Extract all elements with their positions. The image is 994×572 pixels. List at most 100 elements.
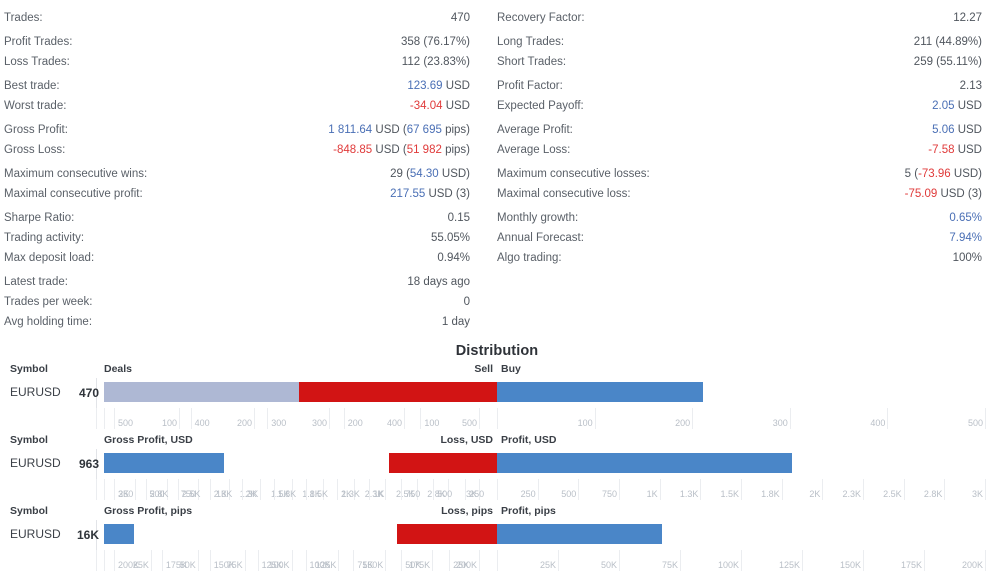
stat-row: Avg holding time: 1 day bbox=[4, 312, 470, 332]
stat-row: Trades per week: 0 bbox=[4, 292, 470, 312]
axis-tick-label: 500 bbox=[461, 418, 477, 428]
statistics-column-left: Trades: 470 Profit Trades: 358 (76.17%) Loss… bbox=[0, 8, 497, 332]
axis-tick-negative: 300 bbox=[267, 408, 286, 429]
axis-tick-negative: 400 bbox=[190, 408, 210, 429]
axis-tick-negative: 100K bbox=[305, 550, 331, 571]
stat-label: Gross Profit: bbox=[4, 124, 68, 136]
positive-series-label: Buy bbox=[501, 363, 521, 375]
stat-row: Worst trade: -34.04 USD bbox=[4, 96, 470, 116]
stat-value-primary: 358 (76.17%) bbox=[400, 36, 470, 48]
axis-tick-positive: 1.5K bbox=[720, 479, 742, 500]
axis-tick-label: 3K bbox=[118, 489, 130, 499]
stat-value: 5 (-73.96 USD) bbox=[905, 164, 982, 184]
axis-tick-label: 2K bbox=[809, 489, 821, 499]
left-series-bar bbox=[104, 453, 225, 473]
stat-label: Max deposit load: bbox=[4, 252, 95, 264]
stat-value: 12.27 bbox=[953, 8, 982, 28]
stat-label: Latest trade: bbox=[4, 276, 68, 288]
stat-value-primary: -848.85 bbox=[333, 144, 373, 156]
axis-tick-label: 200 bbox=[236, 418, 252, 428]
axis-tick-negative: 150K bbox=[209, 550, 235, 571]
stat-value: 2.05 USD bbox=[932, 96, 982, 116]
distribution-row-header: Symbol Gross Profit, USD Loss, USD Profit, … bbox=[0, 434, 994, 449]
axis-tick-label: 500 bbox=[437, 489, 453, 499]
stat-row: Profit Trades: 358 (76.17%) bbox=[4, 32, 470, 52]
axis-tick-label: 750 bbox=[405, 489, 421, 499]
stat-row: Recovery Factor: 12.27 bbox=[497, 8, 982, 28]
stat-value-prefix: 5 ( bbox=[904, 168, 919, 180]
stat-value-primary: 7.94% bbox=[949, 232, 982, 244]
distribution-row-axis: 250 500 750 1K 1.3K 1.5K 1.8K 2K 2.3K 2.5K 2.8K 3K 3… bbox=[0, 479, 994, 501]
symbol-name: EURUSD bbox=[10, 456, 61, 470]
axis-tick-label: 3K bbox=[971, 489, 983, 499]
axis-tick-label: 200K bbox=[118, 560, 140, 570]
stat-row: Trading activity: 55.05% bbox=[4, 228, 470, 248]
stat-value: 112 (23.83%) bbox=[402, 52, 470, 72]
stat-label: Average Profit: bbox=[497, 124, 573, 136]
axis-tick-positive: 100 bbox=[578, 408, 596, 429]
stat-row: Annual Forecast: 7.94% bbox=[497, 228, 982, 248]
stat-row: Gross Loss: -848.85 USD (51 982 pips) bbox=[4, 140, 470, 160]
axis-tick-label: 150K bbox=[839, 560, 861, 570]
axis-tick-label: 125K bbox=[261, 560, 283, 570]
axis-tick-negative: 175K bbox=[161, 550, 187, 571]
axis-tick-positive: 1.3K bbox=[680, 479, 702, 500]
axis-tick-label: 750 bbox=[601, 489, 617, 499]
stat-label: Average Loss: bbox=[497, 144, 571, 156]
stat-label: Monthly growth: bbox=[497, 212, 579, 224]
axis-tick-label: 2.8K bbox=[923, 489, 943, 499]
axis-tick-left: 1.3K bbox=[240, 479, 262, 500]
axis-tick-negative: 2.5K bbox=[177, 479, 200, 500]
stat-value: 0.15 bbox=[448, 208, 470, 228]
axis-tick-negative: 2.8K bbox=[145, 479, 168, 500]
stat-row: Loss Trades: 112 (23.83%) bbox=[4, 52, 470, 72]
axis-tick-label: 500 bbox=[967, 418, 983, 428]
axis-tick-negative: 3K bbox=[114, 479, 129, 500]
axis-tick-label: 100 bbox=[161, 418, 177, 428]
stat-value: -34.04 USD bbox=[410, 96, 470, 116]
stat-row: Long Trades: 211 (44.89%) bbox=[497, 32, 982, 52]
stat-value-secondary: 51 982 bbox=[406, 144, 442, 156]
stat-value: 29 (54.30 USD) bbox=[390, 164, 470, 184]
axis-zero-line bbox=[497, 550, 498, 571]
stat-label: Maximal consecutive profit: bbox=[4, 188, 143, 200]
axis-tick-label: 175K bbox=[165, 560, 187, 570]
axis-tick-left: 125K bbox=[315, 550, 340, 571]
axis-tick-label: 2.5K bbox=[181, 489, 201, 499]
axis-zero-line bbox=[497, 408, 498, 429]
symbol-column-header: Symbol bbox=[10, 363, 48, 375]
stat-row: Monthly growth: 0.65% bbox=[497, 208, 982, 228]
axis-plot-origin bbox=[104, 550, 105, 571]
axis-tick-left: 200 bbox=[237, 408, 255, 429]
axis-tick-positive: 500 bbox=[561, 479, 580, 500]
stat-value-suffix: USD bbox=[954, 124, 982, 136]
axis-tick-left: 25K bbox=[133, 550, 152, 571]
axis-tick-negative: 50K bbox=[401, 550, 421, 571]
stat-row: Algo trading: 100% bbox=[497, 248, 982, 268]
negative-series-label: Sell bbox=[474, 363, 493, 375]
axis-zero-line bbox=[497, 479, 498, 500]
axis-tick-positive: 3K bbox=[972, 479, 986, 500]
stat-row: Maximum consecutive losses: 5 (-73.96 USD… bbox=[497, 164, 982, 184]
stat-label: Trading activity: bbox=[4, 232, 85, 244]
stat-value: 259 (55.11%) bbox=[914, 52, 982, 72]
stat-row: Average Profit: 5.06 USD bbox=[497, 120, 982, 140]
stat-value-primary: 1 811.64 bbox=[328, 124, 373, 136]
axis-tick-negative: 200 bbox=[343, 408, 363, 429]
left-series-label: Gross Profit, pips bbox=[104, 505, 193, 517]
axis-tick-negative: 1.8K bbox=[273, 479, 296, 500]
stat-value-suffix: USD (3) bbox=[425, 188, 470, 200]
stat-value-primary: 0 bbox=[463, 296, 470, 308]
axis-tick-negative: 2K bbox=[241, 479, 257, 500]
axis-tick-label: 1.8K bbox=[761, 489, 780, 499]
stat-value-primary: 0.94% bbox=[437, 252, 470, 264]
stat-value-suffix: USD ( bbox=[372, 124, 407, 136]
axis-tick-label: 1K bbox=[373, 489, 385, 499]
stat-row: Maximum consecutive wins: 29 (54.30 USD) bbox=[4, 164, 470, 184]
stat-label: Short Trades: bbox=[497, 56, 567, 68]
axis-tick-negative: 1.5K bbox=[305, 479, 328, 500]
left-value-label: 963 bbox=[78, 457, 99, 471]
axis-tick-left: 400 bbox=[387, 408, 405, 429]
axis-tick-positive: 300 bbox=[773, 408, 791, 429]
stat-value: 358 (76.17%) bbox=[401, 32, 470, 52]
